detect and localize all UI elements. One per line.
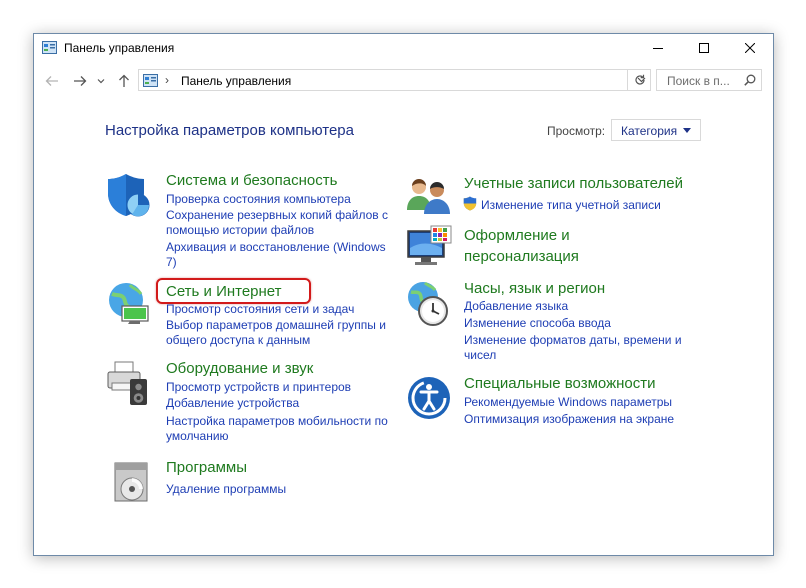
navigation-bar: › Панель управления Поиск в п... — [34, 66, 773, 96]
link-check-computer-status[interactable]: Проверка состояния компьютера — [166, 192, 351, 207]
control-panel-icon — [42, 41, 57, 54]
close-icon — [745, 43, 755, 53]
window-title: Панель управления — [64, 41, 175, 55]
link-add-language[interactable]: Добавление языка — [464, 299, 568, 314]
control-panel-icon — [143, 74, 158, 87]
minimize-icon — [653, 48, 663, 49]
arrow-up-icon — [119, 74, 129, 87]
back-button[interactable] — [43, 73, 61, 89]
link-optimize-display[interactable]: Оптимизация изображения на экране — [464, 412, 674, 427]
uac-shield-icon — [463, 196, 477, 211]
category-ease-of-access-title[interactable]: Специальные возможности — [464, 375, 656, 392]
breadcrumb-separator: › — [165, 73, 169, 87]
category-system-security-title[interactable]: Система и безопасность — [166, 172, 337, 189]
category-network-internet-title[interactable]: Сеть и Интернет — [166, 283, 282, 300]
minimize-button[interactable] — [635, 34, 681, 62]
link-change-account-type[interactable]: Изменение типа учетной записи — [481, 198, 661, 213]
refresh-icon — [634, 74, 645, 85]
link-backup-restore-win7[interactable]: Архивация и восстановление (Windows — [166, 240, 386, 255]
address-bar[interactable]: › Панель управления — [138, 69, 651, 91]
forward-button[interactable] — [71, 73, 89, 89]
view-mode-dropdown[interactable]: Категория — [611, 119, 701, 141]
refresh-button[interactable] — [627, 69, 651, 91]
search-icon[interactable] — [744, 74, 756, 86]
page-title: Настройка параметров компьютера — [105, 122, 354, 139]
close-button[interactable] — [727, 34, 773, 62]
clock-globe-icon[interactable] — [405, 280, 453, 328]
recent-locations-button[interactable] — [95, 73, 107, 89]
user-accounts-icon[interactable] — [405, 174, 453, 222]
link-uninstall-program[interactable]: Удаление программы — [166, 482, 286, 497]
category-appearance-title-line1[interactable]: Оформление и — [464, 227, 570, 244]
link-homegroup-sharing[interactable]: Выбор параметров домашней группы и — [166, 318, 386, 333]
search-input[interactable]: Поиск в п... — [667, 74, 737, 88]
category-user-accounts-title[interactable]: Учетные записи пользователей — [464, 175, 683, 192]
link-view-network-status[interactable]: Просмотр состояния сети и задач — [166, 302, 354, 317]
link-change-input-method[interactable]: Изменение способа ввода — [464, 316, 611, 331]
link-homegroup-sharing-line2[interactable]: общего доступа к данным — [166, 333, 310, 348]
link-file-history-backup-line2[interactable]: помощью истории файлов — [166, 223, 314, 238]
title-bar[interactable]: Панель управления — [34, 34, 773, 62]
chevron-down-icon — [97, 79, 105, 84]
arrow-right-icon — [74, 76, 87, 86]
up-button[interactable] — [115, 73, 133, 89]
link-mobility-settings[interactable]: Настройка параметров мобильности по — [166, 414, 388, 429]
link-change-date-formats[interactable]: Изменение форматов даты, времени и — [464, 333, 682, 348]
category-appearance-title-line2[interactable]: персонализация — [464, 248, 579, 265]
printer-speaker-icon[interactable] — [104, 359, 152, 407]
dropdown-arrow-icon — [683, 128, 691, 133]
view-label: Просмотр: — [547, 124, 606, 138]
link-recommended-settings[interactable]: Рекомендуемые Windows параметры — [464, 395, 672, 410]
maximize-button[interactable] — [681, 34, 727, 62]
view-mode-value: Категория — [621, 124, 678, 138]
link-backup-restore-win7-line2[interactable]: 7) — [166, 255, 177, 270]
search-box[interactable]: Поиск в п... — [656, 69, 762, 91]
link-file-history-backup[interactable]: Сохранение резервных копий файлов с — [166, 208, 388, 223]
programs-disc-icon[interactable] — [110, 459, 158, 507]
link-change-date-formats-line2[interactable]: чисел — [464, 348, 496, 363]
link-mobility-settings-line2[interactable]: умолчанию — [166, 429, 229, 444]
appearance-monitor-icon[interactable] — [405, 224, 453, 272]
category-clock-language-title[interactable]: Часы, язык и регион — [464, 280, 605, 297]
network-globe-icon[interactable] — [104, 280, 152, 328]
category-programs-title[interactable]: Программы — [166, 459, 247, 476]
breadcrumb-control-panel[interactable]: Панель управления — [181, 74, 291, 88]
system-security-shield-icon[interactable] — [104, 171, 152, 219]
link-devices-printers[interactable]: Просмотр устройств и принтеров — [166, 380, 351, 395]
arrow-left-icon — [45, 76, 58, 86]
category-hardware-sound-title[interactable]: Оборудование и звук — [166, 360, 313, 377]
link-add-device[interactable]: Добавление устройства — [166, 396, 299, 411]
ease-of-access-icon[interactable] — [405, 374, 453, 422]
maximize-icon — [699, 43, 709, 53]
control-panel-window: Панель управления › Панель управления По… — [33, 33, 774, 556]
